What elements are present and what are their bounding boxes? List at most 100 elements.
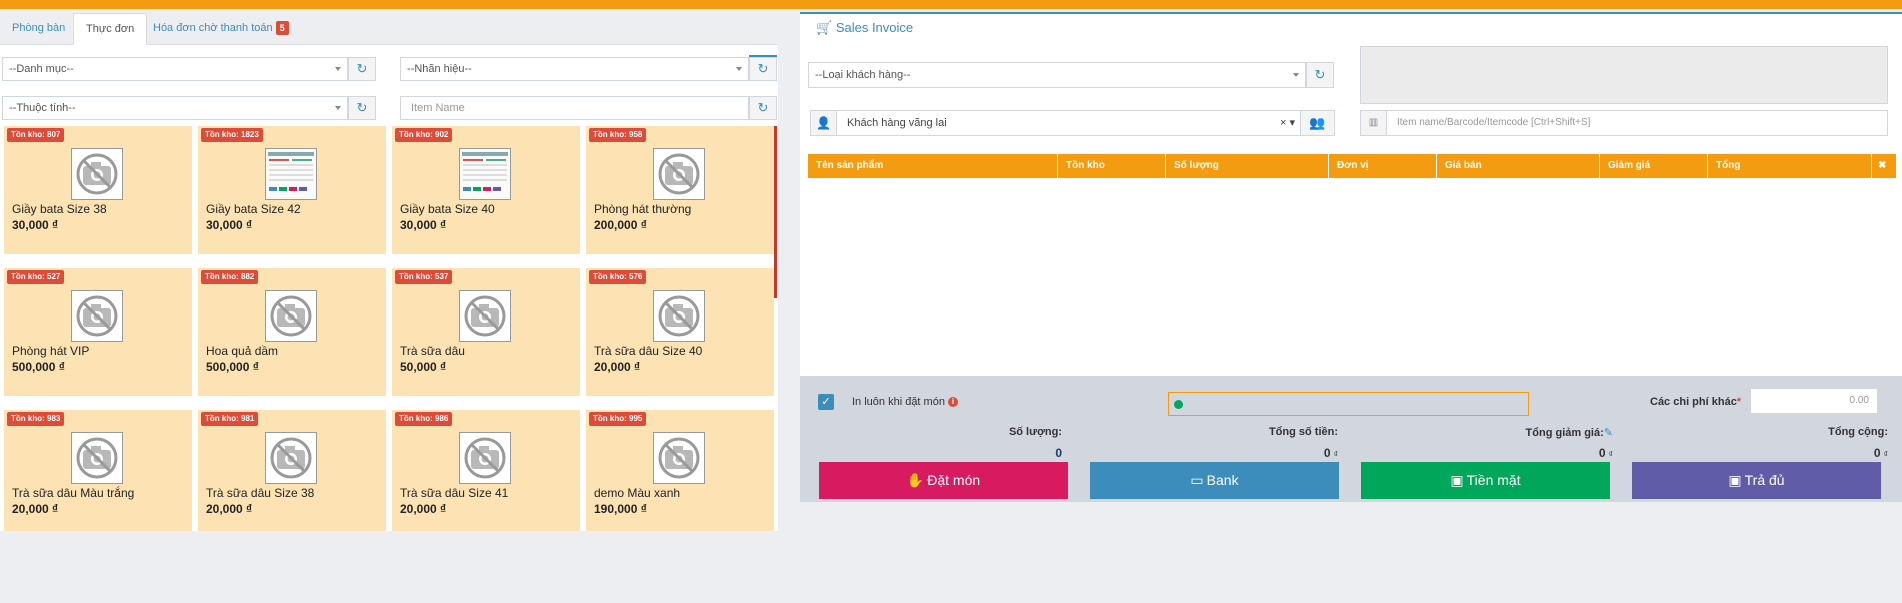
product-card[interactable]: Tồn kho: 537 Trà sữa dâu 50,000 ₫ (392, 268, 580, 396)
customer-select[interactable]: 👤 Khách hàng vãng lai × ▾ 👥 (810, 110, 1335, 136)
user-icon: 👤 (811, 111, 837, 135)
product-card[interactable]: Tồn kho: 527 Phòng hát VIP 500,000 ₫ (4, 268, 192, 396)
product-name: Giầy bata Size 42 (206, 202, 301, 216)
page-background (0, 531, 1902, 603)
tab-label: Phòng bàn (12, 22, 66, 34)
chevron-down-icon (335, 67, 341, 71)
pay-full-label: Trả đủ (1744, 472, 1785, 488)
barcode-icon: ▥ (1361, 111, 1387, 135)
grid-scrollbar[interactable] (774, 126, 777, 298)
pay-full-button[interactable]: ▣ Trả đủ (1632, 462, 1881, 499)
product-price: 30,000 ₫ (206, 218, 253, 232)
category-select[interactable]: --Danh mục-- (2, 57, 348, 81)
stock-badge: Tồn kho: 981 (201, 412, 259, 426)
brand-select[interactable]: --Nhãn hiệu-- (400, 57, 749, 81)
add-customer-button[interactable]: 👥 (1300, 111, 1334, 135)
product-price: 500,000 ₫ (12, 360, 65, 374)
tab-pending-invoices[interactable]: Hóa đơn chờ thanh toán 5 (141, 13, 301, 45)
attribute-refresh-button[interactable]: ↻ (348, 96, 376, 120)
currency-symbol: ₫ (1608, 450, 1613, 459)
delete-all-button[interactable]: ✖ (1872, 154, 1896, 178)
place-order-button[interactable]: ✋ Đặt món (819, 462, 1068, 499)
edit-icon[interactable]: ✎ (1604, 427, 1613, 439)
print-on-order-checkbox[interactable]: ✓ (818, 394, 834, 410)
stock-badge: Tồn kho: 1823 (201, 128, 263, 142)
stock-badge: Tồn kho: 902 (395, 128, 453, 142)
pending-count-badge: 5 (275, 21, 289, 35)
stock-badge: Tồn kho: 537 (395, 270, 453, 284)
add-user-icon: 👥 (1309, 115, 1326, 130)
info-icon: i (948, 397, 959, 408)
product-card[interactable]: Tồn kho: 576 Trà sữa dâu Size 40 20,000 ₫ (586, 268, 774, 396)
product-card[interactable]: Tồn kho: 1823 Giầy bata Size 42 30,000 ₫ (198, 126, 386, 254)
column-header: Đơn vị (1329, 154, 1437, 178)
attribute-select-value: --Thuộc tính-- (9, 102, 76, 114)
money-icon: ▣ (1728, 472, 1742, 488)
product-card[interactable]: Tồn kho: 981 Trà sữa dâu Size 38 20,000 ₫ (198, 410, 386, 538)
no-image-icon (653, 432, 705, 484)
no-image-icon (71, 148, 123, 200)
product-name: Hoa quả dầm (206, 344, 279, 358)
chevron-down-icon (335, 106, 341, 110)
place-order-label: Đặt món (927, 472, 981, 488)
hand-icon: ✋ (906, 472, 925, 488)
product-name: Trà sữa dâu Size 38 (206, 486, 315, 500)
tab-menu[interactable]: Thực đơn (73, 13, 148, 45)
product-card[interactable]: Tồn kho: 958 Phòng hát thường 200,000 ₫ (586, 126, 774, 254)
brand-refresh-button[interactable]: ↻ (749, 57, 777, 81)
sales-invoice-panel: 🛒 Sales Invoice --Loại khách hàng-- ↻ 👤 … (800, 12, 1902, 502)
product-name: Trà sữa dâu (400, 344, 465, 358)
currency-symbol: ₫ (1333, 450, 1338, 459)
cash-button[interactable]: ▣ Tiền mặt (1361, 462, 1610, 499)
product-name: Giầy bata Size 38 (12, 202, 107, 216)
product-card[interactable]: Tồn kho: 995 demo Màu xanh 190,000 ₫ (586, 410, 774, 538)
invoice-note-textarea[interactable] (1360, 46, 1888, 104)
product-grid: Tồn kho: 807 Giầy bata Size 38 30,000 ₫ Tồn… (0, 126, 774, 538)
product-card[interactable]: Tồn kho: 807 Giầy bata Size 38 30,000 ₫ (4, 126, 192, 254)
other-fees-label: Các chi phí khác* (1650, 396, 1741, 408)
required-mark: * (1736, 396, 1742, 408)
tab-tables[interactable]: Phòng bàn (0, 13, 77, 45)
discount-label: Tổng giảm giá:✎ (1413, 426, 1613, 439)
discount-value-text: 0 (1598, 446, 1606, 460)
invoice-title-text: Sales Invoice (835, 20, 914, 35)
clear-customer-icon[interactable]: × ▾ (1280, 111, 1295, 135)
product-card[interactable]: Tồn kho: 882 Hoa quả dầm 500,000 ₫ (198, 268, 386, 396)
column-header: Tổng (1708, 154, 1872, 178)
customer-type-refresh-button[interactable]: ↻ (1306, 62, 1334, 88)
invoice-table-header: Tên sản phẩm Tồn kho Số lượng Đơn vị Giá… (808, 154, 1896, 178)
clear-customer-glyph: × (1280, 117, 1287, 129)
product-price: 20,000 ₫ (12, 502, 59, 516)
print-on-order-label: In luôn khi đặt món i (852, 396, 959, 408)
product-price: 50,000 ₫ (400, 360, 447, 374)
status-indicator (1168, 392, 1529, 416)
category-refresh-button[interactable]: ↻ (348, 57, 376, 81)
product-card[interactable]: Tồn kho: 986 Trà sữa dâu Size 41 20,000 ₫ (392, 410, 580, 538)
product-price: 20,000 ₫ (594, 360, 641, 374)
product-price: 190,000 ₫ (594, 502, 647, 516)
column-header: Tồn kho (1058, 154, 1166, 178)
attribute-select[interactable]: --Thuộc tính-- (2, 96, 348, 120)
no-image-icon (653, 148, 705, 200)
customer-type-select[interactable]: --Loại khách hàng-- (808, 62, 1306, 88)
other-fees-value: 0.00 (1849, 395, 1869, 406)
bank-button[interactable]: ▭ Bank (1090, 462, 1339, 499)
product-card[interactable]: Tồn kho: 902 Giầy bata Size 40 30,000 ₫ (392, 126, 580, 254)
print-on-order-text: In luôn khi đặt món (852, 396, 945, 408)
product-price: 20,000 ₫ (400, 502, 447, 516)
total-value-text: 0 (1323, 446, 1331, 460)
qty-value: 0 (862, 446, 1062, 460)
stock-badge: Tồn kho: 882 (201, 270, 259, 284)
item-name-refresh-button[interactable]: ↻ (749, 96, 777, 120)
bank-label: Bank (1206, 472, 1239, 488)
product-card[interactable]: Tồn kho: 983 Trà sữa dâu Màu trắng 20,000 … (4, 410, 192, 538)
column-header: Giá bán (1437, 154, 1600, 178)
item-name-input[interactable]: Item Name (400, 96, 749, 120)
item-search-input[interactable]: ▥ Item name/Barcode/Itemcode [Ctrl+Shift… (1360, 110, 1888, 136)
product-price: 500,000 ₫ (206, 360, 259, 374)
grand-total-value-text: 0 (1873, 446, 1881, 460)
column-header: Số lượng (1166, 154, 1329, 178)
other-fees-input[interactable]: 0.00 (1750, 388, 1878, 414)
stock-badge: Tồn kho: 995 (589, 412, 647, 426)
stock-badge: Tồn kho: 576 (589, 270, 647, 284)
